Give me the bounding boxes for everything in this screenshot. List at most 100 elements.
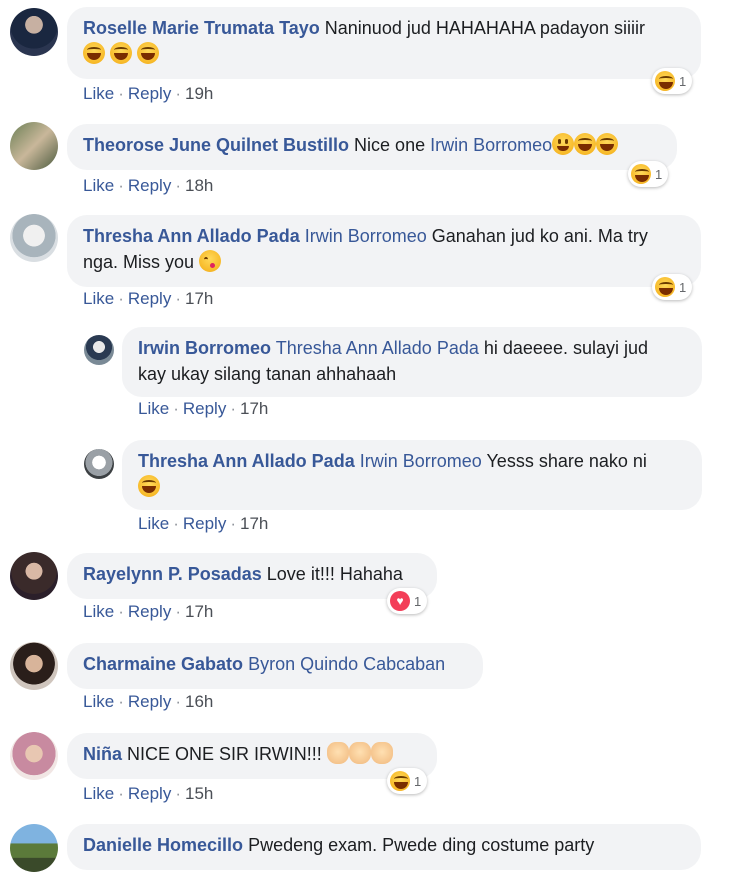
reply-bubble: Irwin Borromeo Thresha Ann Allado Pada h… (122, 327, 702, 397)
avatar[interactable] (10, 8, 58, 56)
avatar[interactable] (84, 335, 114, 365)
comment-text: Pwedeng exam. Pwede ding costume party (248, 835, 595, 855)
reaction-summary[interactable]: 1 (652, 274, 693, 300)
rolling-laugh-emoji-icon (574, 133, 597, 155)
reaction-count: 1 (679, 73, 687, 89)
laugh-reaction-icon (390, 771, 410, 791)
reply-author[interactable]: Irwin Borromeo (138, 338, 271, 358)
comment-author[interactable]: Danielle Homecillo (83, 835, 243, 855)
comment-mention[interactable]: Irwin Borromeo (305, 226, 427, 246)
comment-author[interactable]: Rayelynn P. Posadas (83, 564, 262, 584)
comment-author[interactable]: Niña (83, 744, 122, 764)
comment-actions: Like · Reply · 19h (83, 84, 214, 103)
reaction-summary[interactable]: 1 (652, 68, 693, 94)
reply-mention[interactable]: Thresha Ann Allado Pada (276, 338, 479, 358)
comment-bubble: Roselle Marie Trumata Tayo Naninuod jud … (67, 7, 701, 79)
reply-link[interactable]: Reply (183, 399, 226, 418)
comment-mention[interactable]: Irwin Borromeo (430, 135, 552, 155)
reply-actions: Like · Reply · 17h (138, 514, 269, 533)
comment-author[interactable]: Theorose June Quilnet Bustillo (83, 135, 349, 155)
comment-bubble: Charmaine Gabato Byron Quindo Cabcaban (67, 643, 483, 689)
comment-bubble: Rayelynn P. Posadas Love it!!! Hahaha (67, 553, 437, 599)
reply-link[interactable]: Reply (128, 602, 171, 621)
laugh-emoji-icon (137, 42, 160, 64)
reply-link[interactable]: Reply (128, 692, 171, 711)
avatar[interactable] (10, 732, 58, 780)
reply-time[interactable]: 17h (240, 399, 268, 418)
heart-reaction-icon: ♥ (390, 591, 410, 611)
like-link[interactable]: Like (83, 692, 114, 711)
comment-author[interactable]: Roselle Marie Trumata Tayo (83, 18, 320, 38)
like-link[interactable]: Like (83, 784, 114, 803)
avatar[interactable] (10, 642, 58, 690)
comment-text: Ganahan jud ko ani. Ma try (431, 226, 648, 246)
laugh-reaction-icon (655, 277, 675, 297)
comment-bubble: Niña NICE ONE SIR IRWIN!!! (67, 733, 437, 779)
like-link[interactable]: Like (83, 176, 114, 195)
comment-author[interactable]: Thresha Ann Allado Pada (83, 226, 300, 246)
reply-link[interactable]: Reply (128, 289, 171, 308)
comment-text: Love it!!! Hahaha (266, 564, 403, 584)
comment-text: NICE ONE SIR IRWIN!!! (127, 744, 322, 764)
laugh-emoji-icon (596, 133, 619, 155)
comment-actions: Like · Reply · 17h (83, 289, 214, 308)
reply-link[interactable]: Reply (128, 84, 171, 103)
reaction-count: 1 (414, 593, 422, 609)
laugh-reaction-icon (655, 71, 675, 91)
comment-mention[interactable]: Byron Quindo Cabcaban (248, 654, 445, 674)
laugh-emoji-icon (138, 475, 160, 497)
clap-emoji-icon (326, 742, 349, 764)
comment-text: Nice one (354, 135, 426, 155)
reply-bubble: Thresha Ann Allado Pada Irwin Borromeo Y… (122, 440, 702, 510)
reaction-summary[interactable]: ♥ 1 (387, 588, 428, 614)
comment-time[interactable]: 18h (185, 176, 213, 195)
like-link[interactable]: Like (83, 84, 114, 103)
reply-time[interactable]: 17h (240, 514, 268, 533)
reply-link[interactable]: Reply (183, 514, 226, 533)
kiss-emoji-icon (199, 250, 222, 272)
avatar[interactable] (84, 449, 114, 479)
comment-actions: Like · Reply · 15h (83, 784, 214, 803)
clap-emoji-icon (370, 742, 393, 764)
comment-actions: Like · Reply · 16h (83, 692, 214, 711)
reply-author[interactable]: Thresha Ann Allado Pada (138, 451, 355, 471)
avatar[interactable] (10, 552, 58, 600)
like-link[interactable]: Like (83, 289, 114, 308)
reaction-summary[interactable]: 1 (628, 161, 669, 187)
comment-author[interactable]: Charmaine Gabato (83, 654, 243, 674)
reply-mention[interactable]: Irwin Borromeo (360, 451, 482, 471)
reply-text: Yesss share nako ni (486, 451, 647, 471)
reply-actions: Like · Reply · 17h (138, 399, 269, 418)
like-link[interactable]: Like (138, 399, 169, 418)
like-link[interactable]: Like (138, 514, 169, 533)
clap-emoji-icon (348, 742, 371, 764)
comment-bubble: Danielle Homecillo Pwedeng exam. Pwede d… (67, 824, 701, 870)
comment-actions: Like · Reply · 18h (83, 176, 214, 195)
comment-time[interactable]: 17h (185, 289, 213, 308)
reply-text-line2: kay ukay silang tanan ahhahaah (138, 364, 397, 384)
reaction-count: 1 (655, 166, 663, 182)
comment-actions: Like · Reply · 17h (83, 602, 214, 621)
avatar[interactable] (10, 122, 58, 170)
reaction-count: 1 (679, 279, 687, 295)
laugh-emoji-icon (83, 42, 105, 64)
comment-time[interactable]: 19h (185, 84, 213, 103)
comment-bubble: Theorose June Quilnet Bustillo Nice one … (67, 124, 677, 170)
laugh-reaction-icon (631, 164, 651, 184)
reaction-summary[interactable]: 1 (387, 768, 428, 794)
laugh-emoji-icon (110, 42, 133, 64)
comment-time[interactable]: 16h (185, 692, 213, 711)
comment-text: Naninuod jud HAHAHAHA padayon siiiir (324, 18, 645, 38)
comment-text-line2: nga. Miss you (83, 252, 195, 272)
reply-text: hi daeeee. sulayi jud (483, 338, 648, 358)
reaction-count: 1 (414, 773, 422, 789)
comment-bubble: Thresha Ann Allado Pada Irwin Borromeo G… (67, 215, 701, 287)
reply-link[interactable]: Reply (128, 784, 171, 803)
comment-time[interactable]: 17h (185, 602, 213, 621)
grin-emoji-icon (552, 133, 575, 155)
avatar[interactable] (10, 214, 58, 262)
comment-time[interactable]: 15h (185, 784, 213, 803)
avatar[interactable] (10, 824, 58, 872)
like-link[interactable]: Like (83, 602, 114, 621)
reply-link[interactable]: Reply (128, 176, 171, 195)
